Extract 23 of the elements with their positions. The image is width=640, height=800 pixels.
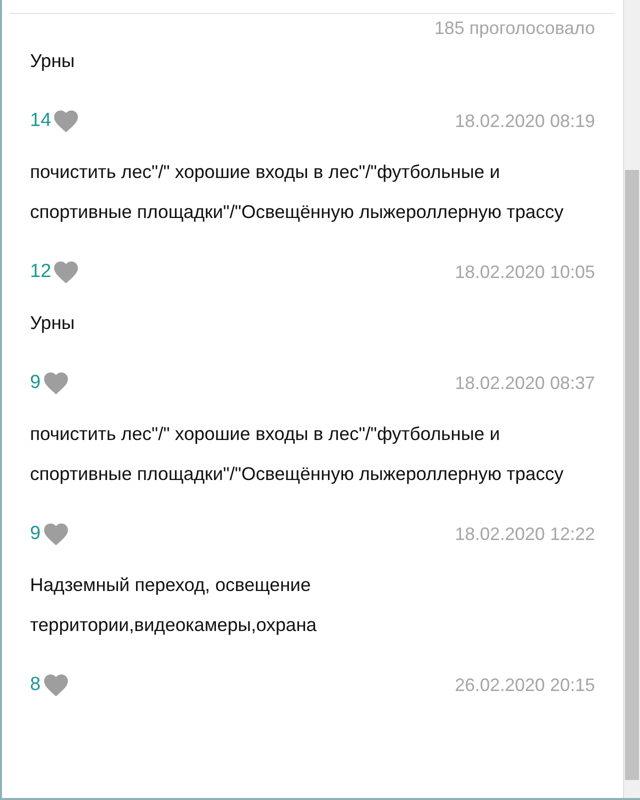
comment-text: почистить лес"/" хорошие входы в лес"/"футбольные и спортивные площадки"/"Освещённую лыжероллерную трассу [30, 160, 564, 224]
heart-icon[interactable] [42, 371, 69, 395]
comment-date: 18.02.2020 12:22 [454, 524, 595, 544]
comment-text: Урны [30, 311, 76, 335]
comment-date: 18.02.2020 08:37 [454, 372, 595, 394]
scrollbar[interactable] [623, 0, 640, 798]
like-count: 12 [30, 261, 52, 283]
heart-icon[interactable] [42, 673, 69, 697]
like-count: 14 [30, 110, 52, 132]
heart-icon[interactable] [42, 522, 69, 546]
comment-date: 26.02.2020 20:15 [454, 674, 595, 696]
scrollbar-thumb[interactable] [625, 170, 639, 780]
heart-icon[interactable] [53, 109, 80, 133]
like-count: 8 [30, 674, 41, 696]
heart-icon[interactable] [53, 260, 80, 284]
vote-count: 185 проголосовало [433, 17, 595, 40]
comment-date: 18.02.2020 10:05 [454, 262, 595, 282]
comment-text: Надземный переход, освещение территории,видеокамеры,охрана [30, 573, 318, 637]
like-count: 9 [30, 523, 41, 545]
comment-text: почистить лес"/" хорошие входы в лес"/"футбольные и спортивные площадки"/"Освещённую лыжероллерную трассу [30, 422, 564, 486]
poll-answer: Урны [30, 49, 76, 73]
comment-date: 18.02.2020 08:19 [454, 110, 595, 132]
like-count: 9 [30, 372, 41, 394]
